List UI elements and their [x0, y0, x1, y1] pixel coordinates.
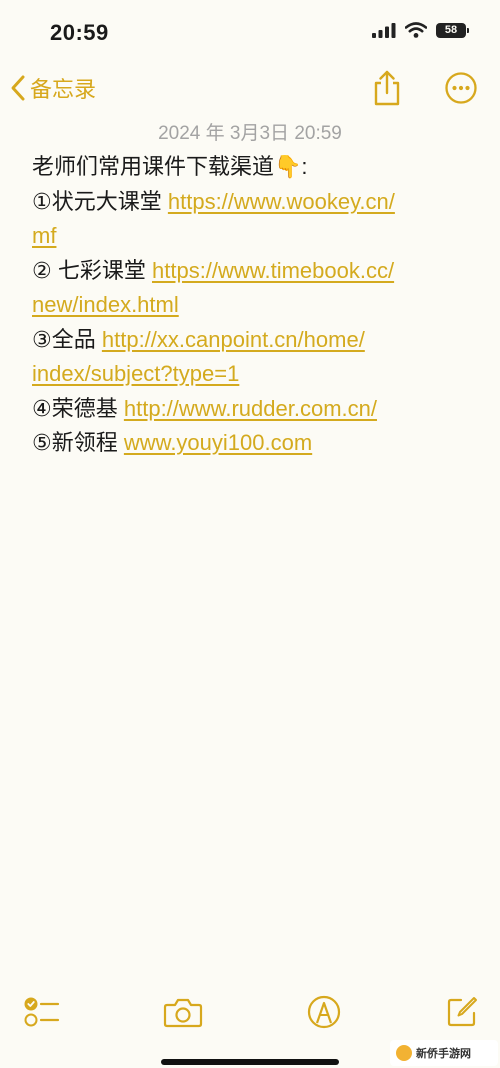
bottom-toolbar — [0, 988, 500, 1032]
checklist-icon — [24, 997, 60, 1027]
camera-icon — [163, 998, 203, 1028]
status-time: 20:59 — [50, 20, 109, 45]
home-indicator — [161, 1059, 339, 1065]
pen-markup-icon — [307, 995, 341, 1029]
entry-name: 状元大课堂 — [51, 188, 162, 214]
entry-link[interactable]: http://xx.canpoint.cn/home/ — [102, 327, 365, 352]
share-button[interactable] — [369, 70, 405, 106]
note-title: 老师们常用课件下载渠道👇: — [32, 154, 308, 179]
entry-link-continued[interactable]: index/subject?type=1 — [32, 361, 239, 386]
compose-icon — [447, 997, 477, 1027]
checklist-button[interactable] — [22, 992, 62, 1032]
compose-button[interactable] — [442, 992, 482, 1032]
chevron-left-icon — [11, 75, 25, 101]
status-bar: 20:59 58 — [0, 0, 500, 60]
note-entry-1: ①状元大课堂 https://www.wookey.cn/ — [32, 185, 472, 220]
more-button[interactable] — [443, 70, 479, 106]
entry-link-continued[interactable]: mf — [32, 223, 56, 248]
wifi-icon — [405, 22, 427, 38]
camera-button[interactable] — [163, 992, 203, 1032]
entry-link[interactable]: http://www.rudder.com.cn/ — [124, 396, 377, 421]
back-button[interactable]: 备忘录 — [10, 72, 96, 104]
entry-link[interactable]: https://www.timebook.cc/ — [152, 258, 394, 283]
status-icons: 58 — [372, 22, 469, 38]
note-entry-3: ③全品 http://xx.canpoint.cn/home/ — [32, 323, 472, 358]
note-entry-2: ② 七彩课堂 https://www.timebook.cc/ — [32, 254, 472, 289]
entry-link[interactable]: www.youyi100.com — [124, 430, 312, 455]
note-body[interactable]: 老师们常用课件下载渠道👇: ①状元大课堂 https://www.wookey.… — [32, 150, 472, 461]
entry-name: 七彩课堂 — [57, 257, 146, 283]
entry-name: 全品 — [51, 326, 96, 352]
watermark: 新侨手游网 — [390, 1040, 498, 1066]
cellular-signal-icon — [372, 22, 396, 38]
back-label: 备忘录 — [30, 77, 97, 102]
entry-link[interactable]: https://www.wookey.cn/ — [168, 189, 395, 214]
battery-level: 58 — [444, 23, 458, 36]
entry-number: ④ — [32, 395, 52, 421]
entry-number: ② — [32, 257, 52, 283]
share-icon — [374, 70, 400, 106]
more-icon — [445, 72, 477, 104]
note-entry-5: ⑤新领程 www.youyi100.com — [32, 426, 472, 461]
entry-number: ⑤ — [32, 430, 52, 455]
entry-number: ③ — [32, 326, 52, 352]
entry-link-continued[interactable]: new/index.html — [32, 292, 179, 317]
nav-bar: 备忘录 — [0, 62, 500, 114]
note-entry-4: ④荣德基 http://www.rudder.com.cn/ — [32, 392, 472, 427]
watermark-text: 新侨手游网 — [416, 1048, 471, 1060]
entry-name: 荣德基 — [51, 395, 118, 421]
markup-button[interactable] — [304, 992, 344, 1032]
note-date: 2024 年 3月3日 20:59 — [158, 123, 342, 144]
battery-icon: 58 — [436, 22, 469, 38]
watermark-logo-icon — [396, 1045, 412, 1061]
entry-name: 新领程 — [51, 430, 118, 455]
entry-number: ① — [32, 188, 52, 214]
